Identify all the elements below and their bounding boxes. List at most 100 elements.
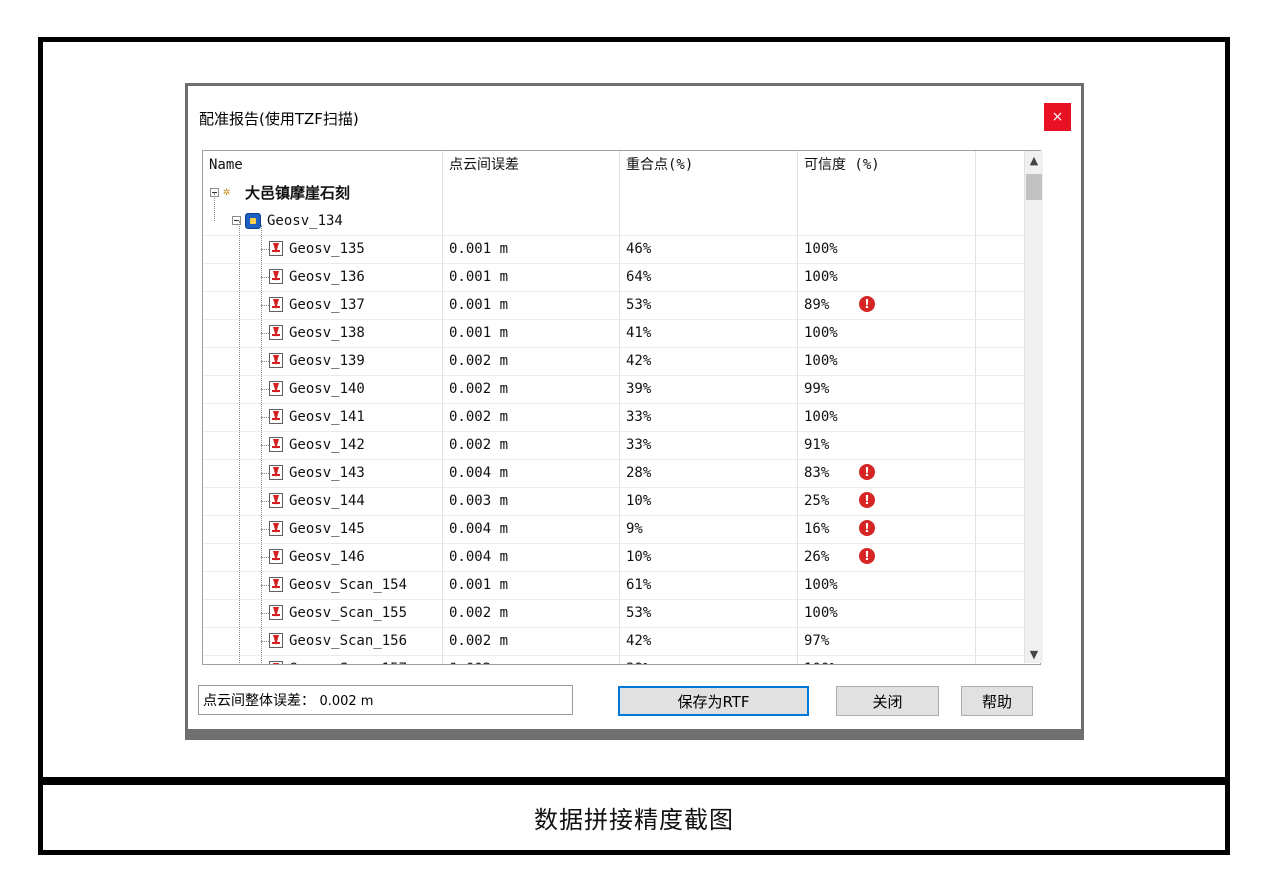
scan-confidence: 91% [804,437,830,453]
scan-error: 0.003 m [449,493,509,509]
help-button[interactable]: 帮助 [961,686,1033,716]
scanner-icon [269,605,283,620]
close-button[interactable]: 关闭 [836,686,939,716]
scan-error: 0.004 m [449,521,509,537]
project-label: 大邑镇摩崖石刻 [245,184,351,202]
scan-overlap: 42% [626,633,652,649]
table-row[interactable]: Geosv_146 0.004 m 10% 26%! [203,543,1038,572]
table-row[interactable]: Geosv_144 0.003 m 10% 25%! [203,487,1038,516]
scan-overlap: 64% [626,269,652,285]
table-row[interactable]: Geosv_143 0.004 m 28% 83%! [203,459,1038,488]
scan-overlap: 38% [626,655,651,664]
scan-overlap: 9% [626,521,643,537]
scan-name: Geosv_136 [289,269,365,285]
table-row[interactable]: Geosv_140 0.002 m 39% 99% [203,375,1038,404]
scan-confidence: 100% [804,409,838,425]
vertical-scrollbar[interactable]: ▲ ▼ [1024,151,1043,663]
report-table: Name 点云间误差 重合点(%) 可信度 (%) ✲ 大邑镇摩崖石刻 Geos… [202,150,1041,665]
table-row[interactable]: Geosv_138 0.001 m 41% 100% [203,319,1038,348]
tree-connector [261,333,269,334]
tree-connector [261,501,269,502]
dialog-body: 配准报告(使用TZF扫描) × Name 点云间误差 重合点(%) 可信度 (%… [188,86,1081,729]
scan-error: 0.002 m [449,353,509,369]
header-confidence[interactable]: 可信度 (%) [804,151,880,179]
tree-connector [261,529,269,530]
scroll-down-arrow-icon[interactable]: ▼ [1025,645,1043,663]
scanner-icon [269,297,283,312]
scan-confidence: 26% [804,549,830,565]
scan-error: 0.002 m [449,381,509,397]
scan-error: 0.001 m [449,297,509,313]
scan-name: Geosv_140 [289,381,365,397]
table-row[interactable]: Geosv_Scan_156 0.002 m 42% 97% [203,627,1038,656]
table-row[interactable]: Geosv_Scan_154 0.001 m 61% 100% [203,571,1038,600]
header-error[interactable]: 点云间误差 [449,151,519,179]
scanner-icon [269,269,283,284]
registration-report-dialog: 配准报告(使用TZF扫描) × Name 点云间误差 重合点(%) 可信度 (%… [185,83,1084,740]
tree-connector [261,613,269,614]
save-rtf-button[interactable]: 保存为RTF [618,686,809,716]
scan-error: 0.004 m [449,549,509,565]
scanner-icon [269,577,283,592]
scan-name: Geosv_144 [289,493,365,509]
project-row[interactable]: ✲ 大邑镇摩崖石刻 [203,179,1038,207]
scroll-up-arrow-icon[interactable]: ▲ [1025,151,1043,169]
table-row[interactable]: Geosv_Scan_157 0.002 m 38% 100% [203,655,1038,664]
tree-connector [261,305,269,306]
table-view: Name 点云间误差 重合点(%) 可信度 (%) ✲ 大邑镇摩崖石刻 Geos… [203,151,1038,664]
scan-overlap: 28% [626,465,652,481]
scanner-icon [269,381,283,396]
scan-name: Geosv_146 [289,549,365,565]
warning-icon: ! [859,492,875,508]
scanner-icon [269,465,283,480]
scan-name: Geosv_Scan_154 [289,577,408,593]
dialog-titlebar: 配准报告(使用TZF扫描) × [188,86,1081,144]
scan-error: 0.001 m [449,241,509,257]
scan-confidence: 100% [804,577,838,593]
close-icon[interactable]: × [1044,103,1071,131]
scan-name: Geosv_141 [289,409,365,425]
scan-error: 0.002 m [449,409,509,425]
tree-connector [239,221,240,664]
table-row[interactable]: Geosv_142 0.002 m 33% 91% [203,431,1038,460]
table-row[interactable]: Geosv_135 0.001 m 46% 100% [203,235,1038,264]
tree-connector [261,417,269,418]
cluster-label: Geosv_134 [267,213,343,229]
warning-icon: ! [859,548,875,564]
table-row[interactable]: Geosv_139 0.002 m 42% 100% [203,347,1038,376]
header-name[interactable]: Name [209,151,243,179]
table-row[interactable]: Geosv_145 0.004 m 9% 16%! [203,515,1038,544]
tree-connector [261,389,269,390]
tree-connector [261,473,269,474]
scan-overlap: 10% [626,493,652,509]
scan-confidence: 99% [804,381,830,397]
scan-name: Geosv_142 [289,437,365,453]
scan-error: 0.001 m [449,325,509,341]
scan-name: Geosv_139 [289,353,365,369]
scan-confidence: 100% [804,353,838,369]
scan-error: 0.002 m [449,633,509,649]
table-row[interactable]: Geosv_136 0.001 m 64% 100% [203,263,1038,292]
scanner-icon [269,493,283,508]
figure-caption: 数据拼接精度截图 [534,806,734,834]
scan-name: Geosv_145 [289,521,365,537]
scan-confidence: 100% [804,605,838,621]
scan-overlap: 39% [626,381,652,397]
scan-confidence: 83% [804,465,830,481]
scanner-icon [269,521,283,536]
warning-icon: ! [859,520,875,536]
table-row[interactable]: Geosv_Scan_155 0.002 m 53% 100% [203,599,1038,628]
scan-name: Geosv_Scan_155 [289,605,408,621]
scroll-thumb[interactable] [1026,174,1042,200]
header-overlap[interactable]: 重合点(%) [626,151,693,179]
table-row[interactable]: Geosv_137 0.001 m 53% 89%! [203,291,1038,320]
tree-connector [261,361,269,362]
scan-overlap: 10% [626,549,652,565]
scanner-icon [269,353,283,368]
project-gear-icon: ✲ [223,184,231,198]
scan-error: 0.004 m [449,465,509,481]
scanner-icon [269,325,283,340]
cluster-row[interactable]: Geosv_134 [203,207,1038,236]
scan-error: 0.002 m [449,605,509,621]
table-row[interactable]: Geosv_141 0.002 m 33% 100% [203,403,1038,432]
